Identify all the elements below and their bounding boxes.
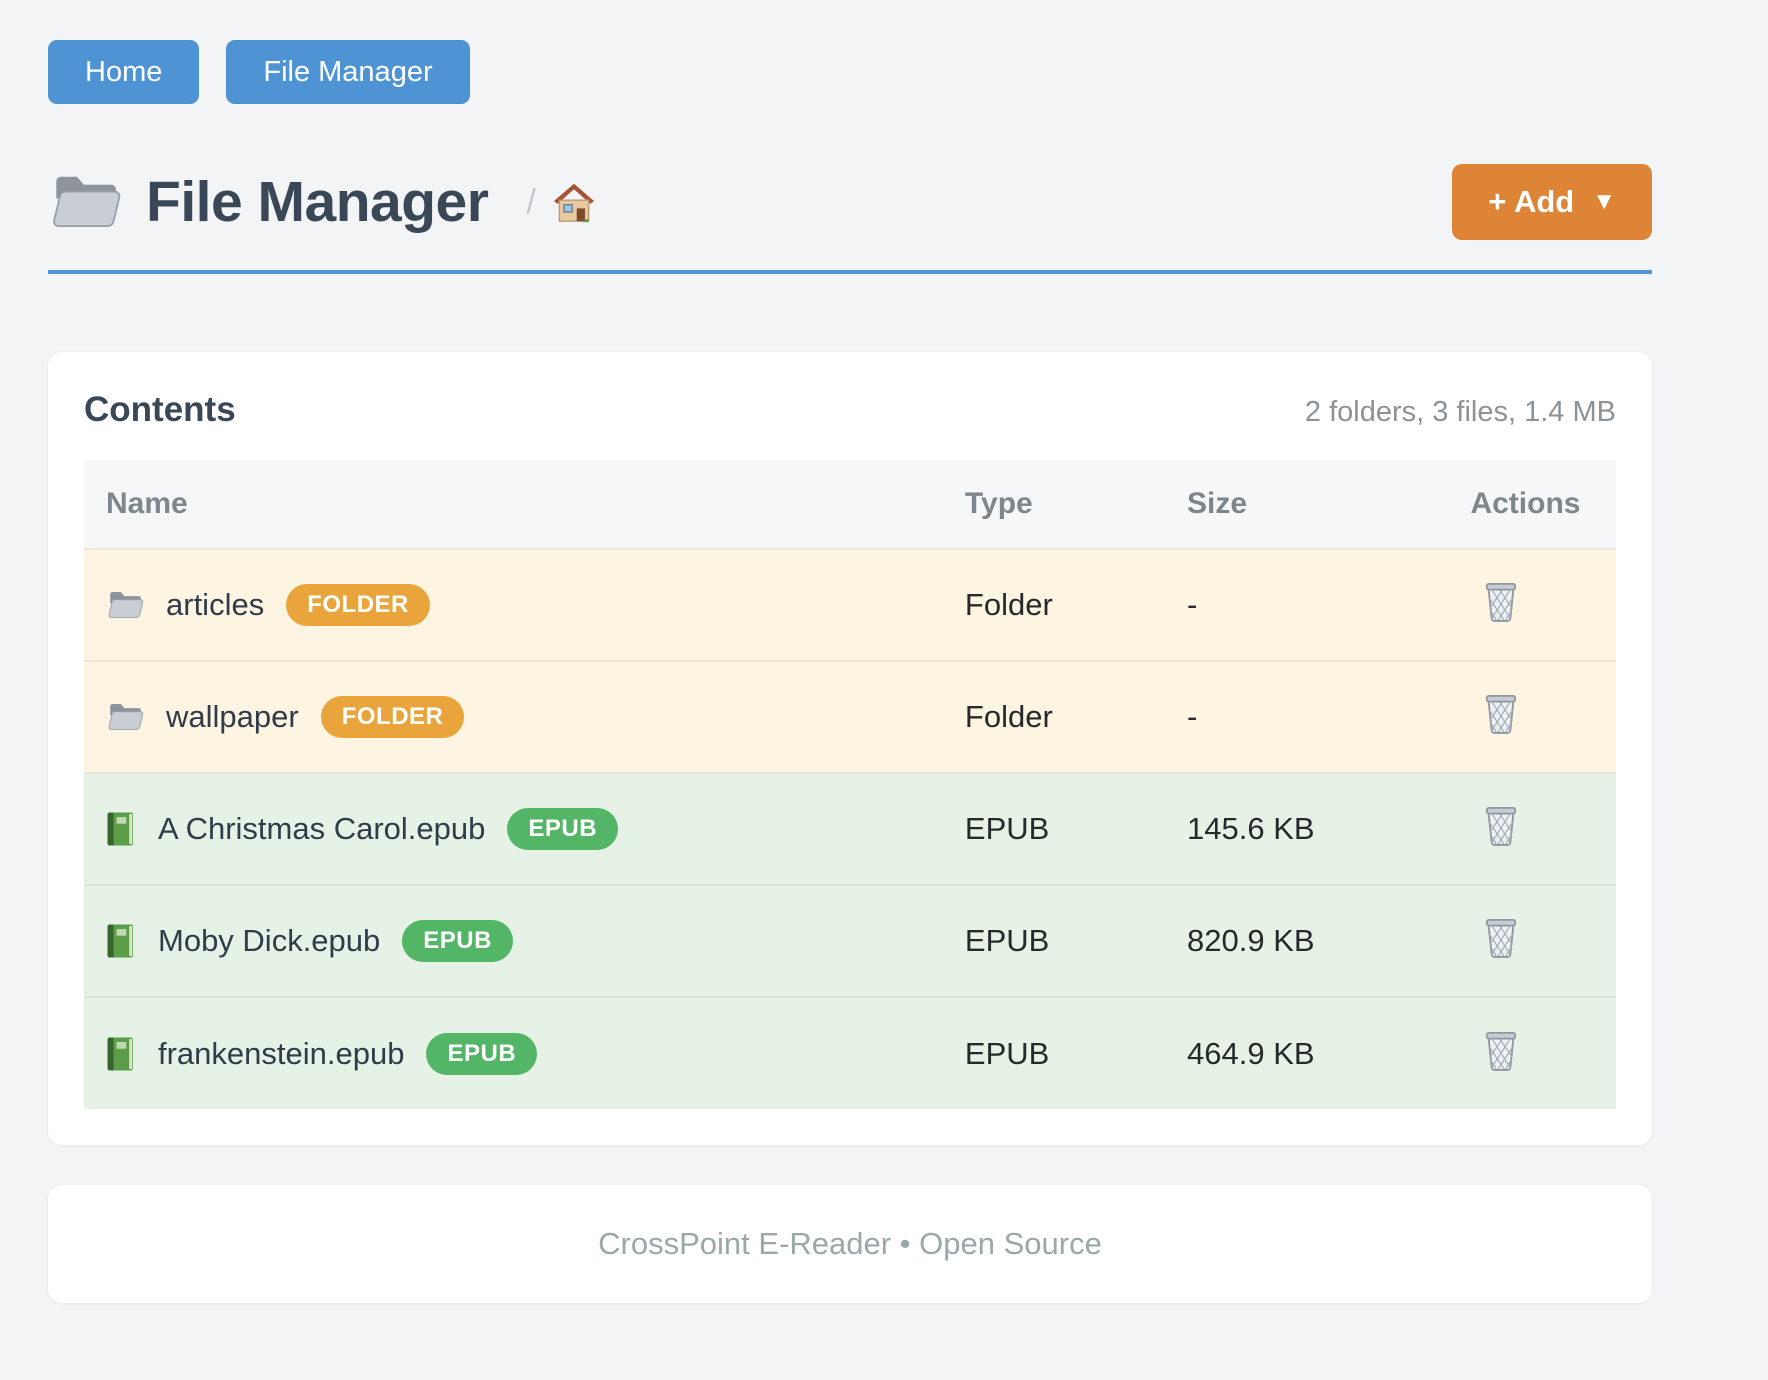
book-icon xyxy=(106,1036,136,1072)
file-size: - xyxy=(1187,549,1470,661)
file-type: EPUB xyxy=(965,773,1187,885)
open-folder-icon xyxy=(48,171,122,233)
column-header-actions: Actions xyxy=(1470,460,1616,549)
house-icon[interactable] xyxy=(552,181,596,223)
book-icon xyxy=(106,811,136,847)
file-type-badge: EPUB xyxy=(426,1033,537,1075)
add-button[interactable]: + Add ▼ xyxy=(1452,164,1652,240)
column-header-size: Size xyxy=(1187,460,1470,549)
delete-button[interactable] xyxy=(1482,580,1520,622)
trash-icon xyxy=(1482,722,1520,737)
top-nav: Home File Manager xyxy=(48,40,1652,104)
column-header-type: Type xyxy=(965,460,1187,549)
page-title: File Manager xyxy=(146,169,488,235)
file-name[interactable]: articles xyxy=(166,587,264,623)
file-type-badge: FOLDER xyxy=(321,696,465,738)
trash-icon xyxy=(1482,946,1520,961)
chevron-down-icon: ▼ xyxy=(1592,188,1616,216)
file-size: 464.9 KB xyxy=(1187,997,1470,1109)
header-divider xyxy=(48,270,1652,274)
file-type: Folder xyxy=(965,549,1187,661)
file-type: Folder xyxy=(965,661,1187,773)
add-button-label: + Add xyxy=(1488,184,1574,220)
table-row[interactable]: articles FOLDER Folder - xyxy=(84,549,1616,661)
file-name[interactable]: Moby Dick.epub xyxy=(158,923,380,959)
footer-text: CrossPoint E-Reader • Open Source xyxy=(598,1226,1102,1262)
nav-file-manager-button[interactable]: File Manager xyxy=(226,40,469,104)
file-name[interactable]: A Christmas Carol.epub xyxy=(158,811,485,847)
trash-icon xyxy=(1482,610,1520,625)
footer: CrossPoint E-Reader • Open Source xyxy=(48,1185,1652,1303)
file-name[interactable]: frankenstein.epub xyxy=(158,1036,404,1072)
delete-button[interactable] xyxy=(1482,916,1520,958)
folder-icon xyxy=(106,701,144,733)
file-size: - xyxy=(1187,661,1470,773)
contents-title: Contents xyxy=(84,390,236,430)
file-size: 145.6 KB xyxy=(1187,773,1470,885)
delete-button[interactable] xyxy=(1482,804,1520,846)
file-type-badge: EPUB xyxy=(507,808,618,850)
file-name[interactable]: wallpaper xyxy=(166,699,299,735)
page: Home File Manager File Manager / xyxy=(48,0,1652,1303)
delete-button[interactable] xyxy=(1482,1029,1520,1071)
trash-icon xyxy=(1482,834,1520,849)
nav-home-button[interactable]: Home xyxy=(48,40,199,104)
breadcrumb-separator: / xyxy=(526,183,535,222)
table-row[interactable]: A Christmas Carol.epub EPUB EPUB 145.6 K… xyxy=(84,773,1616,885)
file-type-badge: FOLDER xyxy=(286,584,430,626)
trash-icon xyxy=(1482,1059,1520,1074)
column-header-name: Name xyxy=(84,460,965,549)
table-row[interactable]: frankenstein.epub EPUB EPUB 464.9 KB xyxy=(84,997,1616,1109)
file-size: 820.9 KB xyxy=(1187,885,1470,997)
contents-summary: 2 folders, 3 files, 1.4 MB xyxy=(1305,396,1616,429)
book-icon xyxy=(106,923,136,959)
table-row[interactable]: wallpaper FOLDER Folder - xyxy=(84,661,1616,773)
file-type: EPUB xyxy=(965,997,1187,1109)
contents-card: Contents 2 folders, 3 files, 1.4 MB Name… xyxy=(48,352,1652,1145)
file-type-badge: EPUB xyxy=(402,920,513,962)
table-header-row: Name Type Size Actions xyxy=(84,460,1616,549)
page-header: File Manager / + Add ▼ xyxy=(48,164,1652,240)
file-table: Name Type Size Actions xyxy=(84,460,1616,1109)
delete-button[interactable] xyxy=(1482,692,1520,734)
table-row[interactable]: Moby Dick.epub EPUB EPUB 820.9 KB xyxy=(84,885,1616,997)
breadcrumb: / xyxy=(526,181,595,223)
folder-icon xyxy=(106,589,144,621)
file-type: EPUB xyxy=(965,885,1187,997)
